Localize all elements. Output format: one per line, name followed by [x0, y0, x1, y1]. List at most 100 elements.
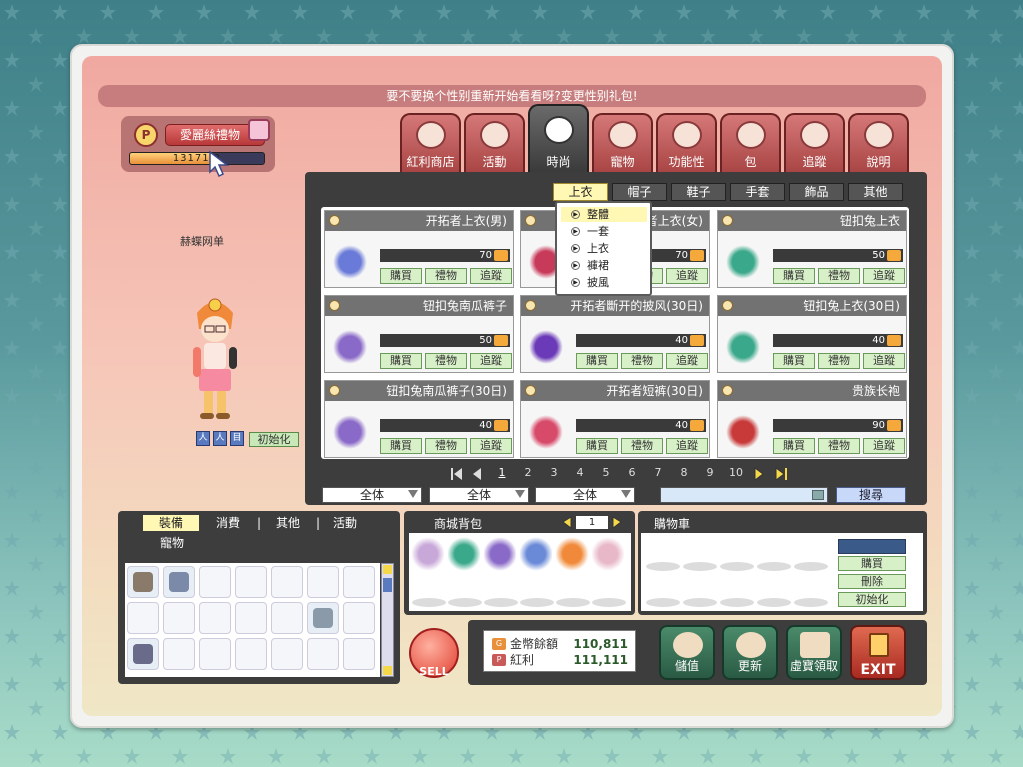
page-5[interactable]: 5: [598, 466, 614, 479]
page-4[interactable]: 4: [572, 466, 588, 479]
cart-buy-button[interactable]: 購買: [838, 556, 906, 571]
inventory-slot-item[interactable]: [163, 566, 195, 598]
inv-tab-equip[interactable]: 裝備: [143, 515, 199, 531]
inventory-slot[interactable]: [163, 602, 195, 634]
track-button[interactable]: 追蹤: [863, 268, 905, 284]
subtab-other[interactable]: 其他: [848, 183, 903, 201]
scroll-up-icon[interactable]: [383, 565, 392, 574]
walk-pose-button[interactable]: 人: [196, 431, 210, 446]
gift-button[interactable]: 禮物: [425, 353, 467, 369]
inventory-slot[interactable]: [199, 602, 231, 634]
dropdown-item-top[interactable]: ▶ 上衣: [561, 241, 647, 256]
tab-fashion[interactable]: 時尚: [528, 104, 589, 173]
track-button[interactable]: 追蹤: [470, 353, 512, 369]
cash-bag-item[interactable]: [556, 537, 588, 571]
subtab-top[interactable]: 上衣: [553, 183, 608, 201]
buy-button[interactable]: 購買: [773, 353, 815, 369]
gift-button[interactable]: 禮物: [425, 268, 467, 284]
gift-button[interactable]: 禮物: [621, 438, 663, 454]
page-6[interactable]: 6: [624, 466, 640, 479]
subtab-accessory[interactable]: 飾品: [789, 183, 844, 201]
inventory-slot[interactable]: [235, 638, 267, 670]
gift-button[interactable]: 禮物: [818, 353, 860, 369]
prev-page-icon[interactable]: [561, 516, 573, 529]
item-card[interactable]: 开拓者上衣(男) 70 購買 禮物 追蹤: [324, 210, 514, 288]
refresh-button[interactable]: 更新: [722, 625, 778, 680]
last-page-icon[interactable]: [774, 467, 788, 481]
tab-functional[interactable]: 功能性: [656, 113, 717, 173]
inventory-slot[interactable]: [271, 566, 303, 598]
cart-delete-button[interactable]: 刪除: [838, 574, 906, 589]
tab-event[interactable]: 活動: [464, 113, 525, 173]
inventory-slot[interactable]: [235, 602, 267, 634]
page-2[interactable]: 2: [520, 466, 536, 479]
notice-banner[interactable]: 要不要换个性别重新开始看看呀?变更性别礼包!: [98, 85, 926, 107]
item-card[interactable]: 钮扣兔上衣 50 購買 禮物 追蹤: [717, 210, 907, 288]
next-page-icon[interactable]: [752, 467, 766, 481]
gift-button[interactable]: 禮物: [425, 438, 467, 454]
item-card[interactable]: 开拓者短裤(30日) 40 購買 禮物 追蹤: [520, 380, 710, 458]
inventory-slot[interactable]: [343, 638, 375, 670]
page-10[interactable]: 10: [726, 466, 746, 479]
gift-button[interactable]: 禮物: [818, 268, 860, 284]
tab-help[interactable]: 說明: [848, 113, 909, 173]
buy-button[interactable]: 購買: [380, 353, 422, 369]
page-9[interactable]: 9: [702, 466, 718, 479]
dropdown-item-overall[interactable]: ▶ 整體: [561, 207, 647, 222]
track-button[interactable]: 追蹤: [666, 353, 708, 369]
recharge-button[interactable]: 儲值: [659, 625, 715, 680]
cash-bag-item[interactable]: [592, 537, 624, 571]
page-8[interactable]: 8: [676, 466, 692, 479]
buy-button[interactable]: 購買: [380, 268, 422, 284]
gift-button[interactable]: 禮物: [621, 353, 663, 369]
inventory-slot[interactable]: [343, 602, 375, 634]
inventory-slot[interactable]: [163, 638, 195, 670]
dropdown-item-bottoms[interactable]: ▶ 褲裙: [561, 258, 647, 273]
scroll-down-icon[interactable]: [383, 666, 392, 675]
inventory-slot-item[interactable]: [307, 602, 339, 634]
buy-button[interactable]: 購買: [380, 438, 422, 454]
track-button[interactable]: 追蹤: [863, 438, 905, 454]
inv-tab-event[interactable]: 活動: [327, 515, 363, 531]
virtual-item-claim-button[interactable]: 虛寶領取: [786, 625, 842, 680]
cash-bag-item[interactable]: [484, 537, 516, 571]
dropdown-item-set[interactable]: ▶ 一套: [561, 224, 647, 239]
inv-tab-consume[interactable]: 消費: [210, 515, 246, 531]
item-card[interactable]: 开拓者斷开的披风(30日) 40 購買 禮物 追蹤: [520, 295, 710, 373]
inventory-slot[interactable]: [307, 638, 339, 670]
next-page-icon[interactable]: [611, 516, 623, 529]
track-button[interactable]: 追蹤: [666, 268, 708, 284]
page-3[interactable]: 3: [546, 466, 562, 479]
tab-bonus-shop[interactable]: 紅利商店: [400, 113, 461, 173]
inventory-slot[interactable]: [343, 566, 375, 598]
cash-bag-item[interactable]: [412, 537, 444, 571]
inventory-slot[interactable]: [307, 566, 339, 598]
inv-tab-pet[interactable]: 寵物: [152, 535, 192, 551]
inventory-slot[interactable]: [235, 566, 267, 598]
inventory-slot[interactable]: [271, 638, 303, 670]
buy-button[interactable]: 購買: [773, 438, 815, 454]
inventory-slot-item[interactable]: [127, 566, 159, 598]
buy-button[interactable]: 購買: [576, 438, 618, 454]
prev-page-icon[interactable]: [470, 467, 484, 481]
inventory-slot[interactable]: [199, 566, 231, 598]
tab-pet[interactable]: 寵物: [592, 113, 653, 173]
stand-pose-button[interactable]: 人: [213, 431, 227, 446]
buy-button[interactable]: 購買: [773, 268, 815, 284]
inventory-slot[interactable]: [127, 602, 159, 634]
item-card[interactable]: 贵族长袍 90 購買 禮物 追蹤: [717, 380, 907, 458]
inventory-slot-item[interactable]: [127, 638, 159, 670]
buy-button[interactable]: 購買: [576, 353, 618, 369]
search-button[interactable]: 搜尋: [836, 487, 906, 503]
tab-package[interactable]: 包: [720, 113, 781, 173]
inventory-slot[interactable]: [199, 638, 231, 670]
subtab-shoes[interactable]: 鞋子: [671, 183, 726, 201]
page-7[interactable]: 7: [650, 466, 666, 479]
inventory-slot[interactable]: [271, 602, 303, 634]
track-button[interactable]: 追蹤: [666, 438, 708, 454]
item-card[interactable]: 钮扣兔南瓜裤子 50 購買 禮物 追蹤: [324, 295, 514, 373]
cart-reset-button[interactable]: 初始化: [838, 592, 906, 607]
track-button[interactable]: 追蹤: [470, 268, 512, 284]
character-reset-button[interactable]: 初始化: [249, 432, 299, 447]
tab-tracking[interactable]: 追蹤: [784, 113, 845, 173]
